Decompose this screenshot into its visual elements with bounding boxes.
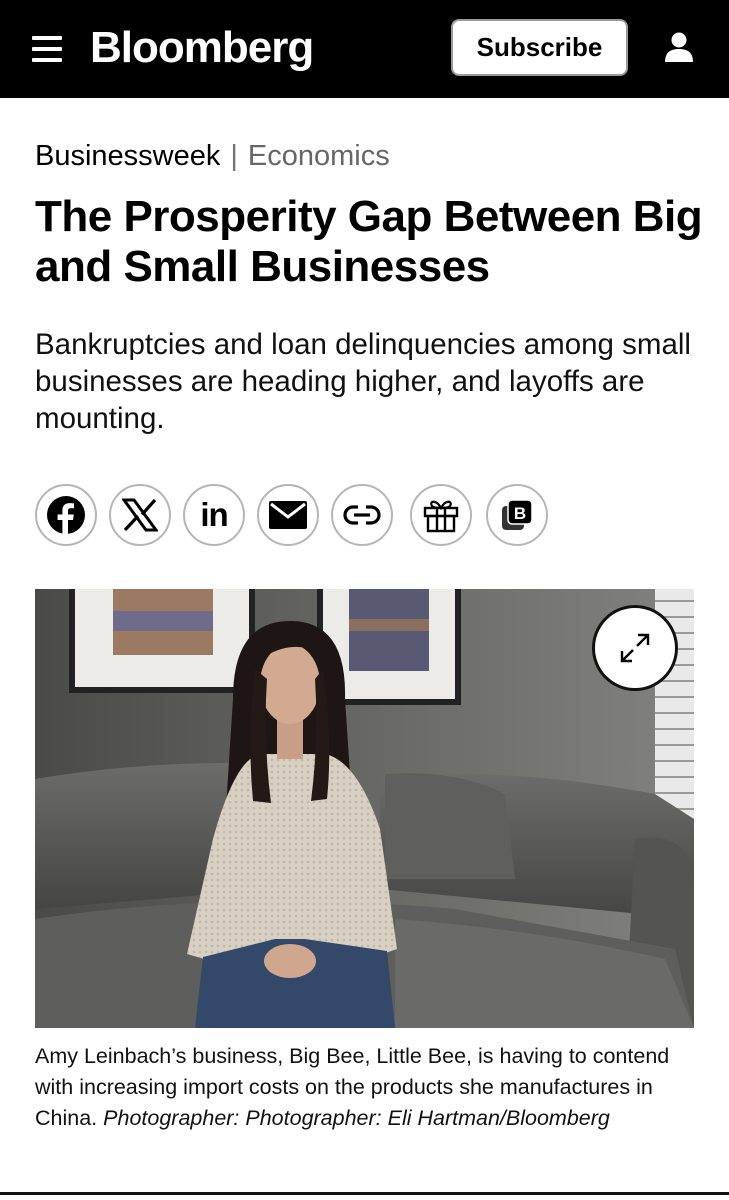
share-facebook-button[interactable] (35, 484, 97, 546)
breadcrumb: Businessweek | Economics (35, 137, 390, 175)
article-headline: The Prosperity Gap Between Big and Small… (35, 192, 703, 291)
x-icon (122, 498, 158, 532)
gift-article-button[interactable] (410, 484, 472, 546)
article-dek: Bankruptcies and loan delinquencies amon… (35, 328, 691, 435)
breadcrumb-separator: | (230, 140, 238, 172)
section-link-economics[interactable]: Economics (248, 140, 390, 172)
copy-link-button[interactable] (331, 484, 393, 546)
save-article-button[interactable]: B (486, 484, 548, 546)
link-icon (343, 505, 381, 525)
subscribe-button[interactable]: Subscribe (451, 19, 628, 76)
linkedin-icon: in (200, 496, 228, 533)
divider (0, 1192, 729, 1195)
gift-icon (423, 500, 459, 533)
hamburger-menu-icon[interactable] (32, 36, 62, 62)
svg-text:B: B (514, 504, 526, 523)
photo-credit: Photographer: Photographer: Eli Hartman/… (103, 1106, 610, 1130)
photo-caption: Amy Leinbach’s business, Big Bee, Little… (35, 1041, 685, 1134)
bloomberg-save-icon: B (502, 499, 533, 530)
article-lead-photo (35, 589, 694, 1028)
facebook-icon (47, 496, 85, 535)
expand-icon (620, 633, 650, 663)
bloomberg-logo[interactable]: Bloomberg (90, 20, 314, 76)
mail-icon (269, 501, 307, 529)
section-link-businessweek[interactable]: Businessweek (35, 140, 220, 172)
top-navigation-bar: Bloomberg Subscribe (0, 0, 729, 98)
expand-photo-button[interactable] (592, 605, 678, 691)
user-icon[interactable] (662, 30, 696, 64)
share-email-button[interactable] (257, 484, 319, 546)
share-x-button[interactable] (109, 484, 171, 546)
share-linkedin-button[interactable]: in (183, 484, 245, 546)
